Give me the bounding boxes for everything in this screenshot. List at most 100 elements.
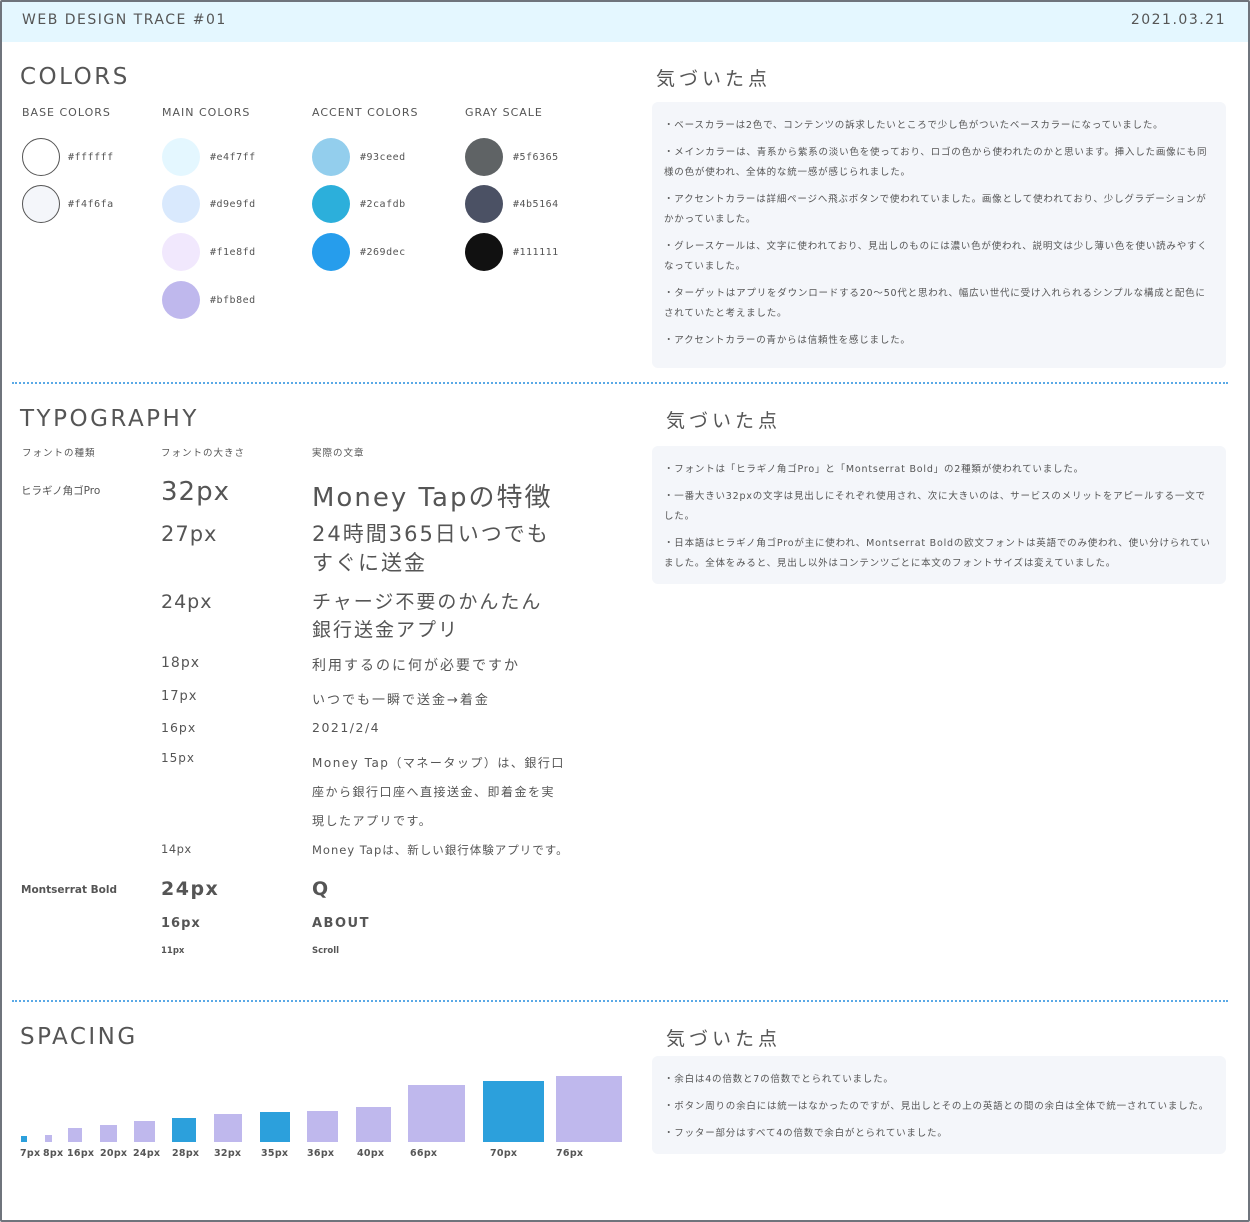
spacing-label: 40px <box>357 1148 385 1159</box>
spacing-bar <box>45 1135 52 1142</box>
color-group-label: GRAY SCALE <box>465 106 543 119</box>
header-bar: WEB DESIGN TRACE #01 2021.03.21 <box>2 2 1248 42</box>
color-hex: #f1e8fd <box>210 247 256 258</box>
size-label: 24px <box>161 878 220 900</box>
type-sample: 24時間365日いつでも すぐに送金 <box>312 522 550 575</box>
note-item: ・余白は4の倍数と7の倍数でとられていました。 <box>664 1074 894 1085</box>
color-hex: #269dec <box>360 247 406 258</box>
color-swatch <box>22 138 60 176</box>
note-item: ・フォントは「ヒラギノ角ゴPro」と「Montserrat Bold」の2種類が… <box>664 464 1084 475</box>
section-divider <box>12 382 1228 384</box>
header-date: 2021.03.21 <box>1130 12 1226 28</box>
color-group-label: BASE COLORS <box>22 106 111 119</box>
spacing-bar <box>307 1111 338 1142</box>
spacing-label: 36px <box>307 1148 335 1159</box>
spacing-label: 76px <box>556 1148 584 1159</box>
col-font-header: フォントの種類 <box>22 448 96 459</box>
color-hex: #2cafdb <box>360 199 406 210</box>
spacing-bar <box>134 1121 155 1142</box>
color-swatch <box>312 233 350 271</box>
note-item: ・一番大きい32pxの文字は見出しにそれぞれ使用され、次に大きいのは、サービスの… <box>664 491 1206 522</box>
color-hex: #d9e9fd <box>210 199 256 210</box>
color-swatch <box>465 185 503 223</box>
font-name-hiragino: ヒラギノ角ゴPro <box>21 485 101 497</box>
spacing-title: SPACING <box>20 1024 138 1050</box>
spacing-label: 66px <box>410 1148 438 1159</box>
color-swatch <box>162 233 200 271</box>
spacing-bar <box>214 1114 242 1142</box>
color-swatch <box>465 233 503 271</box>
note-item: ・フッター部分はすべて4の倍数で余白がとられていました。 <box>664 1128 948 1139</box>
spacing-bar <box>260 1112 290 1142</box>
colors-notes-box: ・ベースカラーは2色で、コンテンツの訴求したいところで少し色がついたベースカラー… <box>652 102 1226 368</box>
color-swatch <box>162 185 200 223</box>
type-sample: 利用するのに何が必要ですか <box>312 658 520 674</box>
color-swatch <box>465 138 503 176</box>
color-group-label: ACCENT COLORS <box>312 106 419 119</box>
spacing-label: 20px <box>100 1148 128 1159</box>
spacing-label: 28px <box>172 1148 200 1159</box>
color-hex: #e4f7ff <box>210 152 256 163</box>
size-label: 16px <box>161 720 197 735</box>
spacing-bar <box>408 1085 465 1142</box>
size-label: 11px <box>161 946 185 956</box>
size-label: 17px <box>161 689 198 704</box>
color-hex: #93ceed <box>360 152 406 163</box>
size-label: 15px <box>161 751 195 765</box>
note-item: ・ターゲットはアプリをダウンロードする20〜50代と思われ、幅広い世代に受け入れ… <box>664 288 1206 319</box>
size-label: 32px <box>161 477 230 507</box>
spacing-bar <box>68 1128 82 1142</box>
note-item: ・アクセントカラーは詳細ページへ飛ぶボタンで使われていました。画像として使われて… <box>664 194 1207 225</box>
spacing-label: 8px <box>43 1148 64 1159</box>
type-sample: Scroll <box>312 946 340 956</box>
color-hex: #bfb8ed <box>210 295 256 306</box>
spacing-label: 7px <box>20 1148 41 1159</box>
spacing-bar <box>483 1081 544 1142</box>
color-hex: #ffffff <box>68 152 114 163</box>
spacing-label: 70px <box>490 1148 518 1159</box>
type-sample: いつでも一瞬で送金→着金 <box>312 693 490 708</box>
type-sample: Money Tapは、新しい銀行体験アプリです。 <box>312 843 569 857</box>
color-swatch <box>312 185 350 223</box>
spacing-bar <box>21 1136 27 1142</box>
spacing-bar <box>172 1118 196 1142</box>
type-sample: Money Tap（マネータップ）は、銀行口 座から銀行口座へ直接送金、即着金を… <box>312 756 565 828</box>
color-hex: #f4f6fa <box>68 199 114 210</box>
colors-notes-title: 気づいた点 <box>656 68 772 90</box>
col-sample-header: 実際の文章 <box>312 448 365 459</box>
type-sample: Q <box>312 878 329 900</box>
note-item: ・グレースケールは、文字に使われており、見出しのものには濃い色が使われ、説明文は… <box>664 241 1208 272</box>
spacing-notes-box: ・余白は4の倍数と7の倍数でとられていました。 ・ボタン周りの余白には統一はなか… <box>652 1056 1226 1154</box>
size-label: 16px <box>161 916 201 931</box>
color-swatch <box>162 281 200 319</box>
color-hex: #5f6365 <box>513 152 559 163</box>
size-label: 18px <box>161 655 200 671</box>
typography-title: TYPOGRAPHY <box>20 406 199 432</box>
spacing-notes-title: 気づいた点 <box>666 1028 782 1050</box>
color-swatch <box>312 138 350 176</box>
colors-title: COLORS <box>20 64 130 90</box>
size-label: 14px <box>161 842 192 856</box>
color-group-label: MAIN COLORS <box>162 106 251 119</box>
note-item: ・ベースカラーは2色で、コンテンツの訴求したいところで少し色がついたベースカラー… <box>664 120 1164 131</box>
header-title: WEB DESIGN TRACE #01 <box>22 12 227 28</box>
spacing-label: 24px <box>133 1148 161 1159</box>
typography-notes-title: 気づいた点 <box>666 410 782 432</box>
color-hex: #111111 <box>513 247 559 258</box>
type-sample: Money Tapの特徴 <box>312 483 553 513</box>
size-label: 24px <box>161 591 213 613</box>
spacing-bar <box>556 1076 622 1142</box>
col-size-header: フォントの大きさ <box>161 448 246 459</box>
spacing-bar <box>356 1107 391 1142</box>
font-name-montserrat: Montserrat Bold <box>21 884 117 896</box>
type-sample: チャージ不要のかんたん 銀行送金アプリ <box>312 591 543 641</box>
note-item: ・日本語はヒラギノ角ゴProが主に使われ、Montserrat Boldの欧文フ… <box>664 538 1211 569</box>
spacing-bar <box>100 1125 117 1142</box>
size-label: 27px <box>161 522 218 546</box>
spacing-label: 32px <box>214 1148 242 1159</box>
type-sample: 2021/2/4 <box>312 720 381 735</box>
color-swatch <box>22 185 60 223</box>
note-item: ・ボタン周りの余白には統一はなかったのですが、見出しとその上の英語との間の余白は… <box>664 1101 1210 1112</box>
color-hex: #4b5164 <box>513 199 559 210</box>
type-sample: ABOUT <box>312 916 370 931</box>
